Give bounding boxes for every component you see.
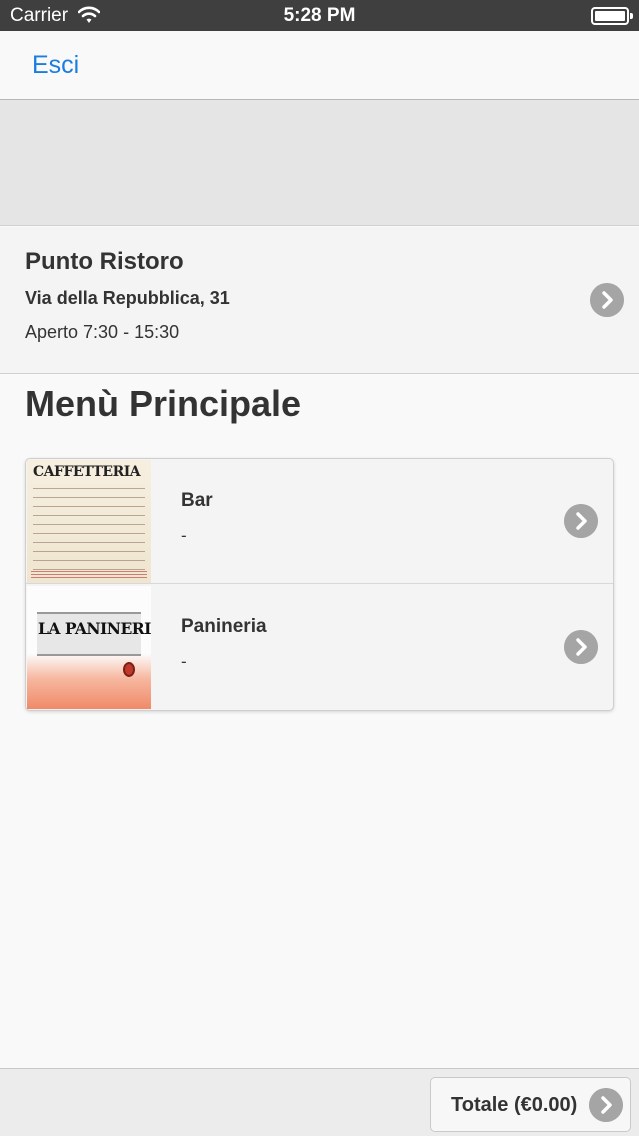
status-time: 5:28 PM bbox=[283, 5, 356, 26]
menu-list: CAFFETTERIA Bar - LA PANINERIA Panineria… bbox=[25, 458, 614, 711]
battery-icon bbox=[591, 7, 633, 25]
store-hours: Aperto 7:30 - 15:30 bbox=[25, 322, 180, 342]
panineria-menu-image: LA PANINERIA bbox=[27, 586, 151, 709]
chevron-right-icon bbox=[589, 1088, 623, 1122]
menu-item-title: Panineria bbox=[181, 616, 267, 637]
panineria-image-label: LA PANINERIA bbox=[38, 619, 151, 638]
chevron-right-icon[interactable] bbox=[564, 504, 598, 538]
store-address: Via della Repubblica, 31 bbox=[25, 288, 230, 308]
menu-item-panineria[interactable]: LA PANINERIA Panineria - bbox=[26, 585, 613, 710]
menu-item-subtitle: - bbox=[181, 526, 187, 545]
menu-lines-decoration bbox=[33, 488, 145, 570]
bar-image-label: CAFFETTERIA bbox=[33, 464, 141, 480]
menu-section-title: Menù Principale bbox=[25, 383, 302, 424]
chevron-right-icon[interactable] bbox=[590, 283, 624, 317]
banner-area bbox=[0, 100, 639, 226]
total-label: Totale (€0.00) bbox=[451, 1094, 578, 1116]
red-dot-decoration bbox=[123, 662, 135, 677]
status-bar: Carrier 5:28 PM bbox=[0, 0, 639, 31]
menu-footnote-decoration bbox=[31, 571, 147, 579]
navigation-bar: Esci bbox=[0, 31, 639, 100]
store-info-row[interactable]: Punto Ristoro Via della Repubblica, 31 A… bbox=[0, 227, 639, 374]
exit-button[interactable]: Esci bbox=[32, 51, 79, 80]
total-button[interactable]: Totale (€0.00) bbox=[430, 1077, 631, 1132]
footer-bar: Totale (€0.00) bbox=[0, 1068, 639, 1136]
chevron-right-icon[interactable] bbox=[564, 630, 598, 664]
menu-item-bar[interactable]: CAFFETTERIA Bar - bbox=[26, 459, 613, 584]
store-name: Punto Ristoro bbox=[25, 248, 184, 275]
menu-item-subtitle: - bbox=[181, 652, 187, 671]
bar-menu-image: CAFFETTERIA bbox=[27, 460, 151, 583]
menu-item-title: Bar bbox=[181, 490, 213, 511]
